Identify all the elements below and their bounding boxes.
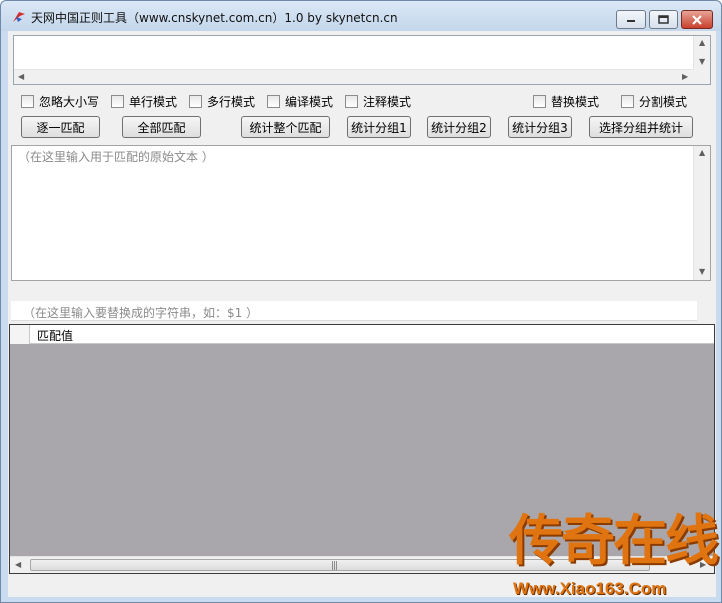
checkbox[interactable]: [345, 95, 358, 108]
pattern-input[interactable]: ▲ ▼ ◀ ▶: [13, 35, 711, 85]
checkbox[interactable]: [533, 95, 546, 108]
option-label: 单行模式: [129, 95, 178, 109]
app-window: 天网中国正则工具（www.cnskynet.com.cn）1.0 by skyn…: [0, 0, 722, 603]
source-placeholder: （在这里输入用于匹配的原始文本 ）: [18, 150, 214, 164]
option-label: 多行模式: [207, 95, 256, 109]
pattern-horizontal-scrollbar[interactable]: ◀ ▶: [14, 69, 694, 84]
minimize-icon: [627, 19, 635, 22]
option-label: 编译模式: [285, 95, 334, 109]
scroll-up-icon[interactable]: ▲: [699, 149, 705, 157]
replacement-placeholder: （在这里输入要替换成的字符串，如：$1 ）: [23, 306, 259, 320]
pattern-vertical-scrollbar[interactable]: ▲ ▼: [693, 36, 710, 69]
option-ignore-case[interactable]: 忽略大小写: [21, 93, 99, 110]
option-single-line[interactable]: 单行模式: [111, 93, 177, 110]
option-label: 注释模式: [363, 95, 412, 109]
match-next-button[interactable]: 逐一匹配: [21, 116, 100, 138]
scroll-left-icon[interactable]: ◀: [18, 73, 24, 81]
scroll-down-icon[interactable]: ▼: [699, 268, 705, 276]
close-button[interactable]: [681, 10, 713, 29]
row-header-corner[interactable]: [10, 325, 30, 344]
maximize-icon: [658, 15, 669, 24]
checkbox[interactable]: [111, 95, 124, 108]
column-header-match-value[interactable]: 匹配值: [37, 327, 73, 344]
count-whole-match-button[interactable]: 统计整个匹配: [241, 116, 330, 138]
scroll-left-icon[interactable]: ◀: [15, 561, 21, 569]
scroll-down-icon[interactable]: ▼: [699, 58, 705, 66]
match-all-button[interactable]: 全部匹配: [122, 116, 201, 138]
option-comment[interactable]: 注释模式: [345, 93, 411, 110]
app-icon: [13, 12, 25, 22]
select-group-count-button[interactable]: 选择分组并统计: [589, 116, 693, 138]
option-multi-line[interactable]: 多行模式: [189, 93, 255, 110]
checkbox[interactable]: [21, 95, 34, 108]
checkbox[interactable]: [267, 95, 280, 108]
option-label: 忽略大小写: [39, 95, 100, 109]
option-label: 替换模式: [551, 95, 600, 109]
count-group3-button[interactable]: 统计分组3: [508, 116, 572, 138]
source-text-input[interactable]: （在这里输入用于匹配的原始文本 ） ▲ ▼: [11, 145, 711, 281]
checkbox[interactable]: [189, 95, 202, 108]
replacement-input[interactable]: （在这里输入要替换成的字符串，如：$1 ）: [11, 301, 697, 321]
scroll-up-icon[interactable]: ▲: [699, 39, 705, 47]
watermark-logo: 传奇在线: [509, 508, 719, 572]
option-replace[interactable]: 替换模式: [533, 93, 599, 110]
title-bar[interactable]: 天网中国正则工具（www.cnskynet.com.cn）1.0 by skyn…: [1, 1, 721, 31]
option-compiled[interactable]: 编译模式: [267, 93, 333, 110]
grip-icon: |||: [331, 561, 338, 571]
count-group2-button[interactable]: 统计分组2: [427, 116, 491, 138]
scrollbar-corner: [693, 69, 710, 84]
watermark-url: Www.Xiao163.Com: [513, 579, 667, 598]
checkbox[interactable]: [621, 95, 634, 108]
maximize-button[interactable]: [649, 10, 678, 29]
option-label: 分割模式: [639, 95, 688, 109]
source-vertical-scrollbar[interactable]: ▲ ▼: [693, 146, 710, 280]
option-split[interactable]: 分割模式: [621, 93, 687, 110]
minimize-button[interactable]: [616, 10, 646, 29]
close-icon: [692, 14, 702, 25]
window-title: 天网中国正则工具（www.cnskynet.com.cn）1.0 by skyn…: [31, 11, 398, 25]
scroll-right-icon[interactable]: ▶: [682, 73, 688, 81]
grid-header: 匹配值: [10, 325, 714, 344]
count-group1-button[interactable]: 统计分组1: [347, 116, 411, 138]
